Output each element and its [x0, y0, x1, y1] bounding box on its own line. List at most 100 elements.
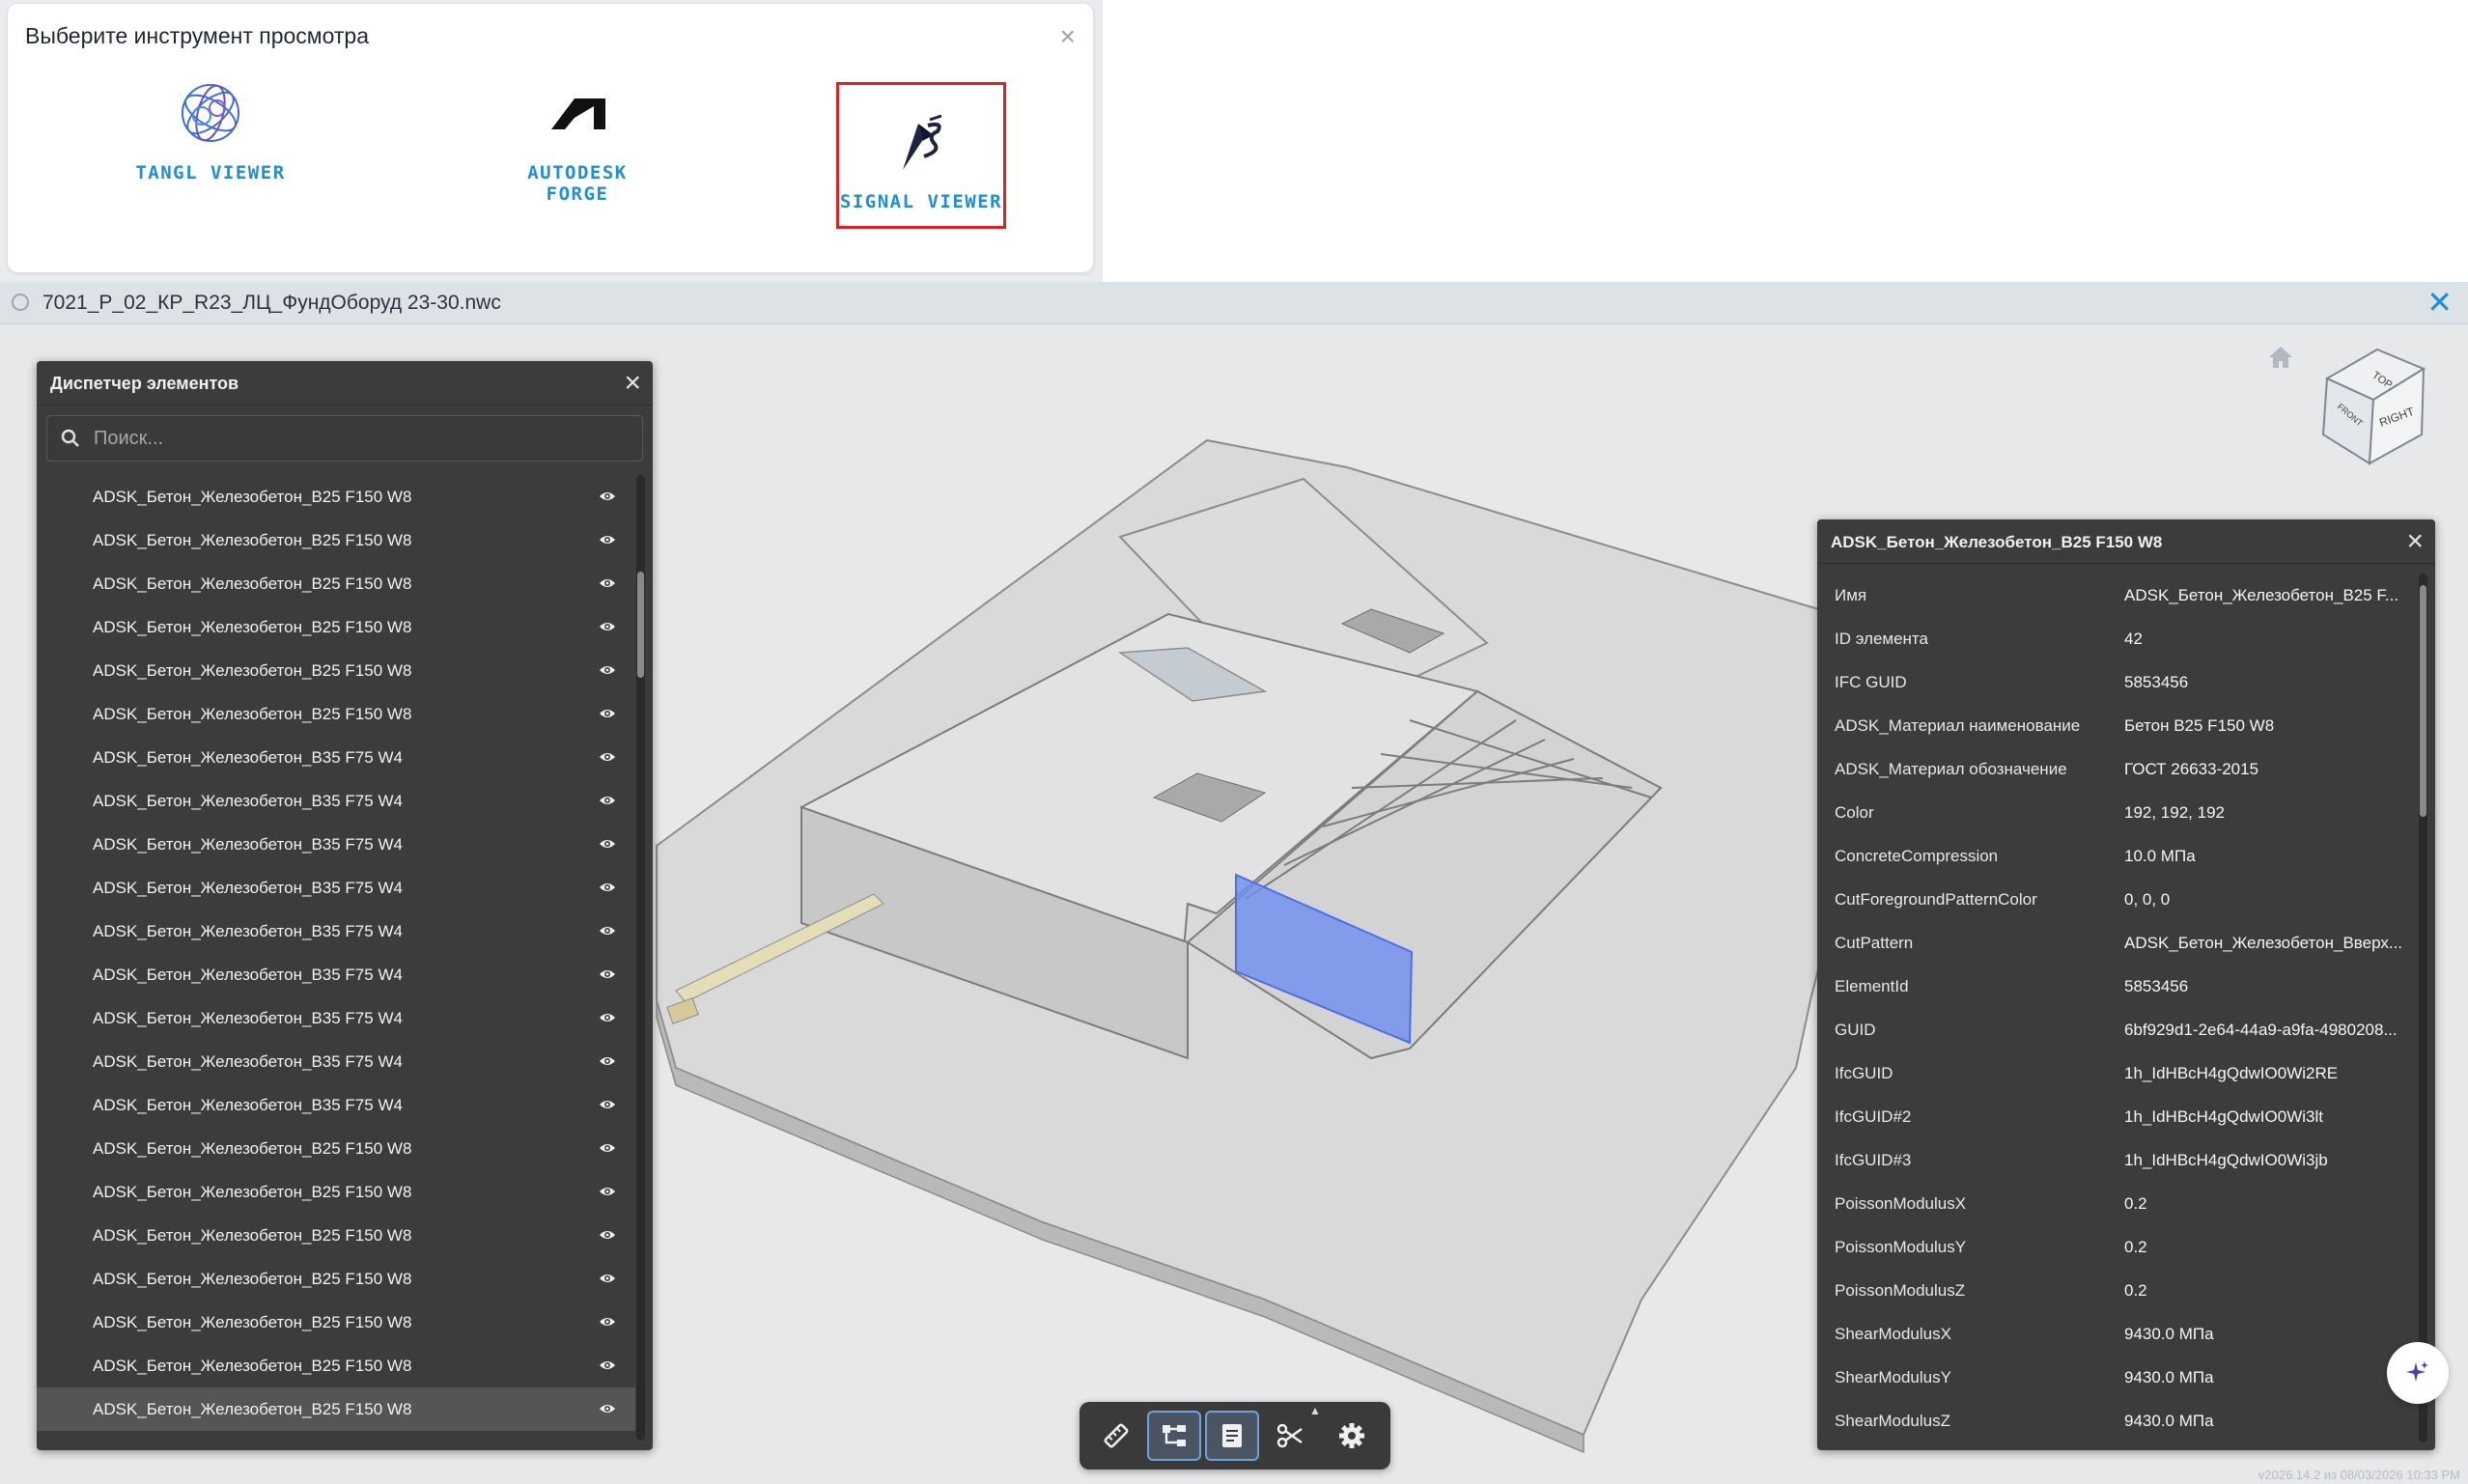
element-item-label: ADSK_Бетон_Железобетон_B25 F150 W8 [93, 661, 412, 680]
element-list-item[interactable]: ADSK_Бетон_Железобетон_B35 F75 W4 [37, 996, 635, 1040]
visibility-eye-icon[interactable] [599, 881, 616, 894]
element-list-scroll-thumb[interactable] [637, 572, 644, 678]
element-search-box [46, 415, 643, 462]
ai-assistant-button[interactable] [2387, 1342, 2449, 1404]
section-button[interactable] [1263, 1411, 1317, 1461]
element-search-input[interactable] [94, 422, 634, 455]
element-list-item[interactable]: ADSK_Бетон_Железобетон_B25 F150 W8 [37, 692, 635, 736]
property-value[interactable]: ADSK_Бетон_Железобетон_Вверх... [2124, 921, 2404, 965]
element-list-item[interactable]: ADSK_Бетон_Железобетон_B35 F75 W4 [37, 866, 635, 910]
property-name: ShearModulusY [1835, 1368, 1951, 1386]
property-value[interactable]: 9430.0 МПа [2124, 1399, 2404, 1442]
file-close-button[interactable]: ✕ [2426, 285, 2453, 320]
visibility-eye-icon[interactable] [599, 794, 616, 807]
properties-close-button[interactable]: × [2406, 525, 2424, 557]
property-value[interactable]: 6bf929d1-2e64-44a9-a9fa-4980208... [2124, 1008, 2404, 1051]
property-value[interactable]: 5853456 [2124, 965, 2404, 1008]
property-row: Color 192, 192, 192 [1817, 791, 2418, 834]
element-manager-close-button[interactable]: × [624, 367, 641, 399]
property-value[interactable]: ADSK_Бетон_Железобетон_B25 F... [2124, 574, 2404, 617]
visibility-eye-icon[interactable] [599, 707, 616, 720]
view-cube[interactable]: TOP FRONT RIGHT [2315, 340, 2427, 474]
property-value[interactable]: 0.2 [2124, 1269, 2404, 1312]
property-value[interactable]: Бетон B25 F150 W8 [2124, 704, 2404, 747]
element-list-item[interactable]: ADSK_Бетон_Железобетон_B35 F75 W4 [37, 1040, 635, 1083]
element-list-item[interactable]: ADSK_Бетон_Железобетон_B25 F150 W8 [37, 1170, 635, 1214]
model-tree-button[interactable] [1147, 1411, 1201, 1461]
visibility-eye-icon[interactable] [599, 1011, 616, 1024]
autodesk-forge-label: AUTODESK FORGE [527, 162, 628, 205]
element-list-scrollbar[interactable] [636, 475, 645, 1441]
element-list-item[interactable]: ADSK_Бетон_Железобетон_B35 F75 W4 [37, 823, 635, 866]
element-list-item[interactable]: ADSK_Бетон_Железобетон_B25 F150 W8 [37, 605, 635, 649]
visibility-eye-icon[interactable] [599, 1272, 616, 1285]
properties-scrollbar[interactable] [2419, 574, 2427, 1442]
visibility-eye-icon[interactable] [599, 750, 616, 764]
property-value[interactable]: 5853456 [2124, 660, 2404, 704]
property-value[interactable]: 0.2 [2124, 1182, 2404, 1225]
visibility-eye-icon[interactable] [599, 533, 616, 546]
visibility-eye-icon[interactable] [599, 1098, 616, 1111]
autodesk-forge-option[interactable]: AUTODESK FORGE [491, 81, 664, 205]
element-list-item[interactable]: ADSK_Бетон_Железобетон_B25 F150 W8 [37, 1301, 635, 1344]
properties-button[interactable] [1205, 1411, 1259, 1461]
element-item-label: ADSK_Бетон_Железобетон_B25 F150 W8 [93, 574, 412, 593]
property-row: CutForegroundPatternColor 0, 0, 0 [1817, 878, 2418, 921]
element-list-item[interactable]: ADSK_Бетон_Железобетон_B35 F75 W4 [37, 910, 635, 953]
tangl-viewer-option[interactable]: TANGL VIEWER [124, 81, 297, 183]
visibility-eye-icon[interactable] [599, 837, 616, 851]
visibility-eye-icon[interactable] [599, 924, 616, 938]
visibility-eye-icon[interactable] [599, 663, 616, 677]
property-value[interactable]: 10.0 МПа [2124, 834, 2404, 878]
property-value[interactable]: 42 [2124, 617, 2404, 660]
property-row: ADSK_Материал обозначение ГОСТ 26633-2015 [1817, 747, 2418, 791]
element-list-item[interactable]: ADSK_Бетон_Железобетон_B25 F150 W8 [37, 562, 635, 605]
element-list-item[interactable]: ADSK_Бетон_Железобетон_B25 F150 W8 [37, 518, 635, 562]
tangl-viewer-label: TANGL VIEWER [135, 162, 286, 183]
element-list-item[interactable]: ADSK_Бетон_Железобетон_B25 F150 W8 [37, 1257, 635, 1301]
visibility-eye-icon[interactable] [599, 1402, 616, 1415]
file-name: 7021_Р_02_КР_R23_ЛЦ_ФундОборуд 23-30.nwc [42, 292, 501, 314]
property-value[interactable]: 0, 0, 0 [2124, 878, 2404, 921]
element-list-item[interactable]: ADSK_Бетон_Железобетон_B35 F75 W4 [37, 736, 635, 779]
visibility-eye-icon[interactable] [599, 620, 616, 633]
element-manager-header: Диспетчер элементов × [37, 361, 653, 406]
visibility-eye-icon[interactable] [599, 1054, 616, 1068]
visibility-eye-icon[interactable] [599, 1141, 616, 1155]
element-list-item[interactable]: ADSK_Бетон_Железобетон_B25 F150 W8 [37, 649, 635, 692]
element-list-item[interactable]: ADSK_Бетон_Железобетон_B25 F150 W8 [37, 1387, 635, 1431]
element-list-item[interactable]: ADSK_Бетон_Железобетон_B25 F150 W8 [37, 1214, 635, 1257]
search-icon [61, 429, 79, 447]
visibility-eye-icon[interactable] [599, 1185, 616, 1198]
visibility-eye-icon[interactable] [599, 1315, 616, 1329]
file-model-icon [12, 294, 29, 311]
signal-viewer-option[interactable]: SIGNAL VIEWER [836, 82, 1006, 229]
element-list-item[interactable]: ADSK_Бетон_Железобетон_B35 F75 W4 [37, 779, 635, 823]
element-list-item[interactable]: ADSK_Бетон_Железобетон_B25 F150 W8 [37, 1127, 635, 1170]
property-value[interactable]: 0.2 [2124, 1225, 2404, 1269]
property-row: ShearModulusZ 9430.0 МПа [1817, 1399, 2418, 1442]
visibility-eye-icon[interactable] [599, 1228, 616, 1242]
property-value[interactable]: 192, 192, 192 [2124, 791, 2404, 834]
element-list-item[interactable]: ADSK_Бетон_Железобетон_B35 F75 W4 [37, 1083, 635, 1127]
property-value[interactable]: 9430.0 МПа [2124, 1356, 2404, 1399]
settings-button[interactable] [1325, 1411, 1379, 1461]
visibility-eye-icon[interactable] [599, 490, 616, 503]
chooser-close-button[interactable]: × [1060, 23, 1076, 50]
measure-button[interactable] [1089, 1411, 1143, 1461]
element-list-item[interactable]: ADSK_Бетон_Железобетон_B25 F150 W8 [37, 475, 635, 518]
element-list-item[interactable]: ADSK_Бетон_Железобетон_B25 F150 W8 [37, 1344, 635, 1387]
visibility-eye-icon[interactable] [599, 1358, 616, 1372]
model-viewer[interactable]: 7021_Р_02_КР_R23_ЛЦ_ФундОборуд 23-30.nwc… [0, 282, 2468, 1484]
property-value[interactable]: 1h_IdHBcH4gQdwIO0Wi3jb [2124, 1138, 2404, 1182]
properties-scroll-thumb[interactable] [2420, 585, 2426, 817]
property-value[interactable]: 1h_IdHBcH4gQdwIO0Wi2RE [2124, 1051, 2404, 1095]
visibility-eye-icon[interactable] [599, 967, 616, 981]
property-value[interactable]: 9430.0 МПа [2124, 1312, 2404, 1356]
visibility-eye-icon[interactable] [599, 576, 616, 590]
property-value[interactable]: 1h_IdHBcH4gQdwIO0Wi3lt [2124, 1095, 2404, 1138]
element-list-item[interactable]: ADSK_Бетон_Железобетон_B35 F75 W4 [37, 953, 635, 996]
home-view-icon[interactable] [2267, 345, 2294, 375]
properties-header: ADSK_Бетон_Железобетон_B25 F150 W8 × [1817, 519, 2435, 564]
property-value[interactable]: ГОСТ 26633-2015 [2124, 747, 2404, 791]
